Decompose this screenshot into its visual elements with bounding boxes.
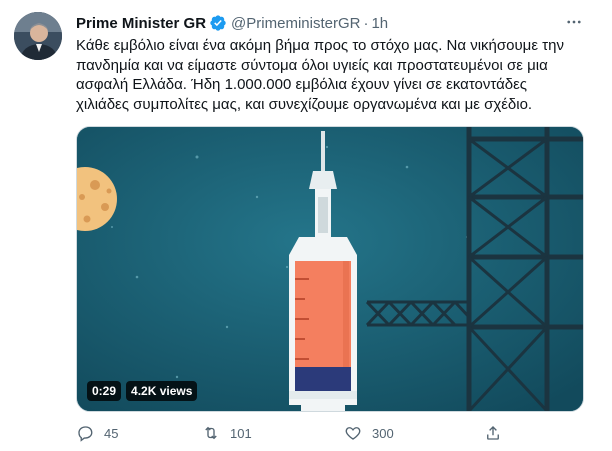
reply-icon: [78, 426, 93, 442]
like-icon: [345, 427, 361, 440]
share-button[interactable]: [484, 424, 512, 442]
tweet-text-line: πανδημία και να είμαστε σύντομα όλοι υγι…: [76, 56, 548, 74]
tweet-text-line: ασφαλή Ελλάδα. Ήδη 1.000.000 εμβόλια έχο…: [76, 76, 528, 93]
retweet-button[interactable]: 101: [202, 424, 252, 442]
tweet-text: Κάθε εμβόλιο είναι ένα ακόμη βήμα προς τ…: [76, 36, 596, 114]
tweet-text-line: χιλιάδες συμπολίτες μας, και συνεχίζουμε…: [76, 95, 533, 113]
tweet-timestamp[interactable]: 1h: [371, 15, 388, 32]
share-icon: [487, 426, 499, 440]
tweet: Prime Minister GR @PrimeministerGR · 1h …: [0, 0, 612, 451]
tweet-header: Prime Minister GR @PrimeministerGR · 1h: [76, 12, 388, 34]
video-badges: 0:29 4.2K views: [87, 381, 198, 401]
avatar[interactable]: [14, 12, 62, 60]
retweet-icon: [205, 426, 217, 440]
like-count: 300: [372, 425, 394, 441]
more-options-icon[interactable]: [562, 10, 586, 34]
like-button[interactable]: 300: [344, 424, 394, 442]
separator-dot: ·: [363, 14, 369, 32]
reply-count: 45: [104, 425, 119, 441]
tweet-actions: 45 101 300: [76, 424, 516, 444]
tweet-text-line: Κάθε εμβόλιο είναι ένα ακόμη βήμα προς τ…: [76, 37, 564, 54]
author-handle[interactable]: @PrimeministerGR: [231, 15, 360, 32]
reply-button[interactable]: 45: [76, 424, 118, 442]
retweet-count: 101: [230, 425, 252, 441]
video-thumbnail: [77, 127, 583, 411]
video-views: 4.2K views: [126, 381, 198, 401]
verified-badge-icon: [209, 14, 227, 32]
video-duration: 0:29: [87, 381, 122, 401]
author-name[interactable]: Prime Minister GR: [76, 15, 206, 32]
video-player[interactable]: 0:29 4.2K views: [76, 126, 584, 412]
